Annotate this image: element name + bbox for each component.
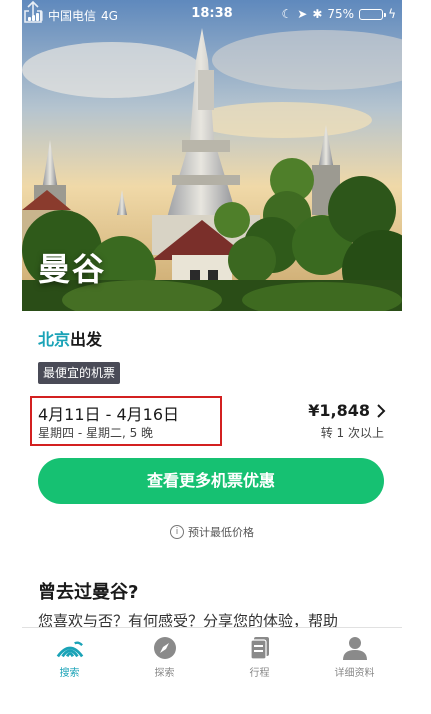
origin-label: 北京出发 bbox=[38, 326, 102, 350]
bottom-tab-bar: 搜索 探索 行程 详细资料 bbox=[22, 627, 402, 687]
tab-explore[interactable]: 探索 bbox=[117, 628, 212, 687]
more-deals-button[interactable]: 查看更多机票优惠 bbox=[38, 458, 384, 504]
moon-icon: ☾ bbox=[281, 7, 293, 21]
info-icon[interactable]: i bbox=[170, 525, 184, 539]
battery-icon bbox=[359, 8, 387, 20]
compass-icon bbox=[151, 636, 179, 660]
chevron-right-icon bbox=[377, 403, 386, 418]
review-section-title: 曾去过曼谷? bbox=[38, 582, 139, 603]
price-link[interactable]: ¥1,848 bbox=[308, 401, 386, 420]
status-bar: 中国电信 4G 18:38 ☾ ➤ ✱ 75% ϟ bbox=[22, 0, 402, 30]
tab-trips[interactable]: 行程 bbox=[212, 628, 307, 687]
tab-profile[interactable]: 详细资料 bbox=[307, 628, 402, 687]
app-screen: 中国电信 4G 18:38 ☾ ➤ ✱ 75% ϟ 曼谷 北京出发 最便宜的机票… bbox=[22, 0, 402, 714]
battery-percent: 75% bbox=[327, 7, 355, 21]
cheapest-badge: 最便宜的机票 bbox=[38, 362, 121, 384]
location-arrow-icon: ➤ bbox=[297, 7, 308, 21]
trip-dates[interactable]: 4月11日 - 4月16日 bbox=[38, 401, 179, 425]
tab-profile-label: 详细资料 bbox=[334, 668, 375, 679]
estimate-note-text: 预计最低价格 bbox=[188, 526, 254, 539]
trips-icon bbox=[246, 636, 274, 660]
estimate-note: i 预计最低价格 bbox=[22, 524, 402, 540]
trip-stops: 转 1 次以上 bbox=[320, 426, 384, 440]
tab-search[interactable]: 搜索 bbox=[22, 628, 117, 687]
tab-trips-label: 行程 bbox=[249, 668, 270, 679]
destination-city-title: 曼谷 bbox=[38, 250, 107, 288]
search-skyscanner-icon bbox=[56, 636, 84, 660]
destination-hero-image: 中国电信 4G 18:38 ☾ ➤ ✱ 75% ϟ 曼谷 bbox=[22, 0, 402, 311]
origin-city[interactable]: 北京 bbox=[38, 330, 70, 349]
tab-explore-label: 探索 bbox=[154, 668, 175, 679]
trip-price: ¥1,848 bbox=[308, 401, 370, 420]
tab-search-label: 搜索 bbox=[59, 668, 80, 679]
origin-suffix: 出发 bbox=[70, 330, 103, 349]
profile-icon bbox=[341, 636, 369, 660]
status-indicators: ☾ ➤ ✱ 75% ϟ bbox=[282, 7, 396, 21]
bluetooth-icon: ✱ bbox=[312, 7, 323, 21]
charging-icon: ϟ bbox=[388, 7, 396, 21]
trip-weekdays: 星期四 - 星期二, 5 晚 bbox=[38, 426, 154, 440]
